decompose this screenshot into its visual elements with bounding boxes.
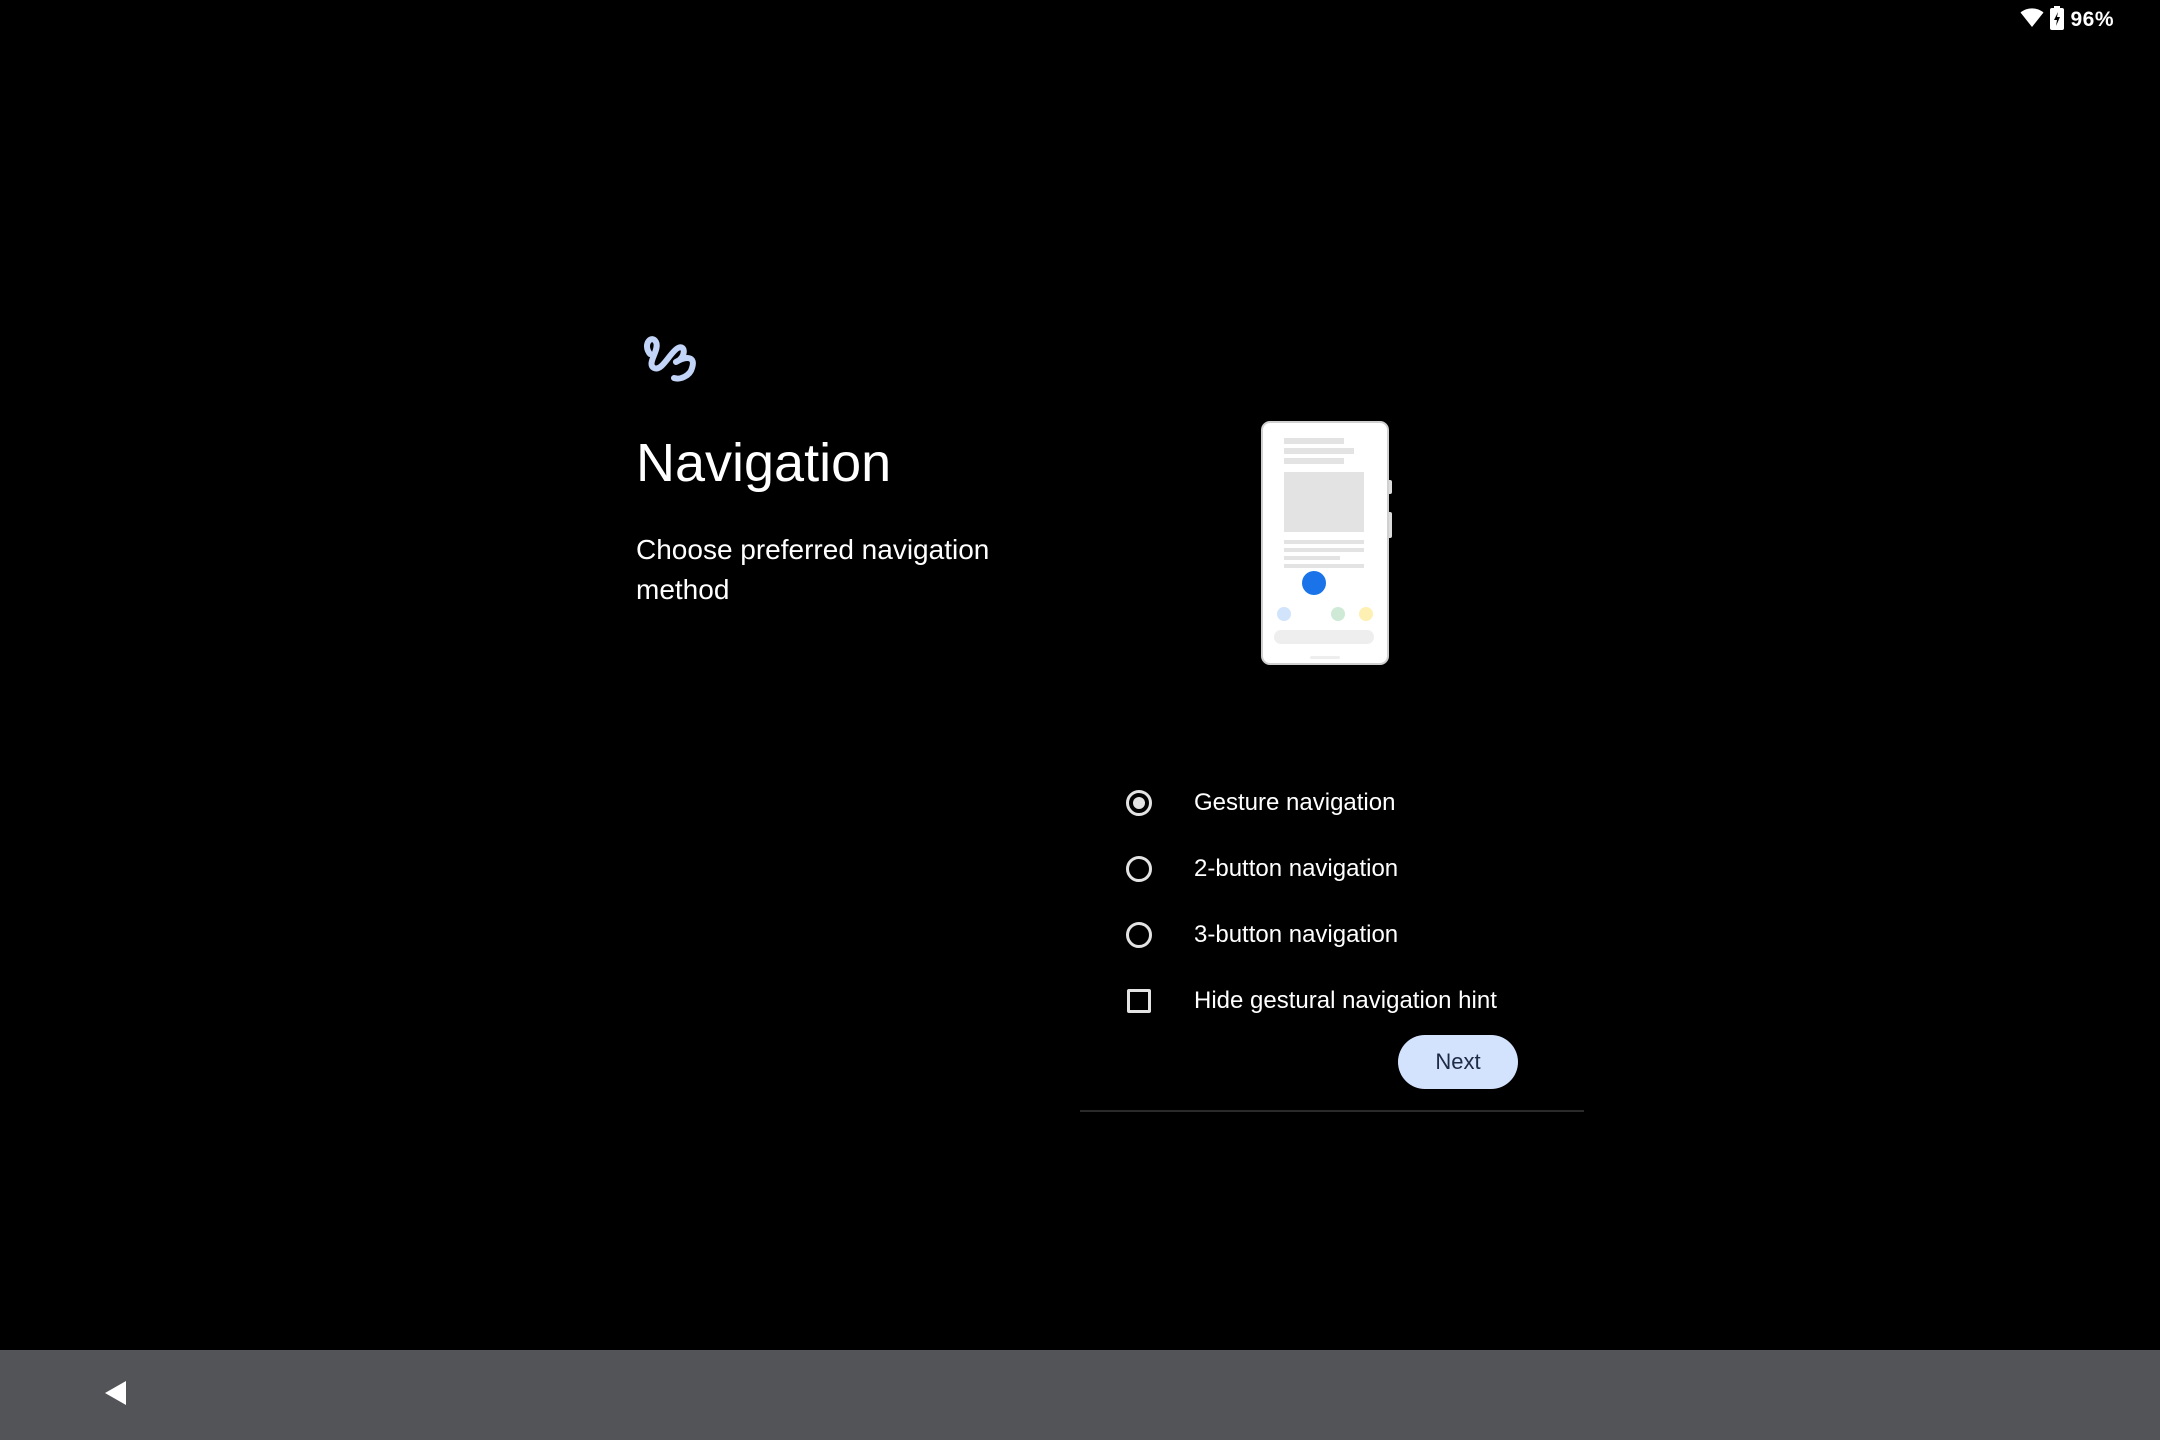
option-label: Hide gestural navigation hint xyxy=(1194,987,1497,1014)
navigation-options: Gesture navigation 2-button navigation 3… xyxy=(1126,770,1646,1034)
page-subtitle: Choose preferred navigation method xyxy=(636,534,990,605)
option-label: 3-button navigation xyxy=(1194,921,1399,948)
option-label: Gesture navigation xyxy=(1194,789,1396,816)
battery-icon xyxy=(2050,5,2065,35)
radio-2-button-navigation[interactable] xyxy=(1126,856,1152,882)
radio-gesture-navigation[interactable] xyxy=(1126,790,1152,816)
option-label: 2-button navigation xyxy=(1194,855,1399,882)
back-button[interactable] xyxy=(96,1374,136,1416)
battery-percent: 96% xyxy=(2070,8,2114,31)
system-nav-bar xyxy=(0,1350,2160,1440)
checkbox-hide-gestural-hint[interactable] xyxy=(1127,989,1151,1013)
divider xyxy=(1080,1110,1584,1112)
option-gesture-navigation[interactable]: Gesture navigation xyxy=(1126,770,1646,836)
status-bar: 96% xyxy=(0,0,2160,40)
option-2-button-navigation[interactable]: 2-button navigation xyxy=(1126,836,1646,902)
status-icons: 96% xyxy=(2020,5,2114,35)
back-triangle-icon xyxy=(104,1380,128,1411)
radio-3-button-navigation[interactable] xyxy=(1126,922,1152,948)
option-3-button-navigation[interactable]: 3-button navigation xyxy=(1126,902,1646,968)
squiggle-gesture-icon xyxy=(640,328,702,386)
option-hide-gestural-hint[interactable]: Hide gestural navigation hint xyxy=(1126,968,1646,1034)
wifi-icon xyxy=(2020,7,2044,33)
page-title: Navigation xyxy=(636,433,892,493)
next-button[interactable]: Next xyxy=(1398,1035,1518,1089)
phone-illustration xyxy=(1260,420,1396,668)
